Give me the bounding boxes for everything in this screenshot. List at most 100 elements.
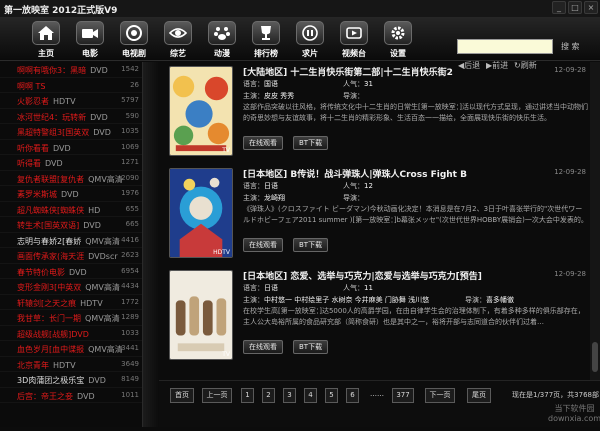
bt-download-button[interactable]: BT下载 (293, 238, 329, 252)
sidebar-item-quality: DVD (45, 159, 63, 168)
movie-title[interactable]: [大陆地区] 十二生肖快乐街第二部|十二生肖快乐街2 (243, 65, 453, 78)
search-input[interactable] (457, 39, 553, 54)
page-button[interactable]: 4 (304, 388, 317, 403)
nav-settings[interactable]: 设置 (382, 21, 414, 59)
movie-title[interactable]: [日本地区] 恋爱、选举与巧克力|恋爱与选举与巧克力[预告] (243, 269, 482, 282)
watch-online-button[interactable]: 在线观看 (243, 136, 283, 150)
page-button[interactable]: 5 (325, 388, 338, 403)
sidebar-item[interactable]: 变形金刚3[中英双 QMV高清 4434 (0, 279, 142, 295)
sidebar-item[interactable]: 血色岁月[血中谍报 QMV高清 3441 (0, 341, 142, 357)
movie-date: 12-09-28 (554, 66, 586, 74)
movie-title[interactable]: [日本地区] B传说！战斗弹珠人|弹珠人Cross Fight B (243, 167, 467, 180)
sidebar-item-quality: DVD (53, 143, 71, 153)
page-button[interactable]: 1 (241, 388, 254, 403)
nav-variety[interactable]: 综艺 (162, 21, 194, 59)
eye-icon (164, 21, 192, 45)
sidebar-item[interactable]: 听你看看 DVD 1069 (0, 140, 142, 155)
language-label: 语言： (243, 284, 264, 292)
prev-page-button[interactable]: 上一页 (202, 388, 232, 403)
sidebar-item[interactable]: 超级战舰[战舰]DVD 1033 (0, 326, 142, 341)
nav-movie-label: 电影 (82, 49, 98, 58)
paw-icon (208, 21, 236, 45)
director-label: 导演： (465, 296, 486, 304)
movie-poster[interactable]: TV (169, 66, 233, 156)
nav-home[interactable]: 主页 (30, 21, 62, 59)
sidebar-item[interactable]: 听得看 DVD 1271 (0, 155, 142, 171)
sidebar-item-quality: QMV高清 (85, 236, 120, 246)
sidebar-item-count: 665 (125, 220, 139, 228)
nav-ranking[interactable]: 排行榜 (250, 21, 282, 59)
sidebar-item[interactable]: 志明与春娇2[春娇 QMV高清 4416 (0, 233, 142, 248)
page-button[interactable]: 2 (262, 388, 275, 403)
popularity-label: 人气： (343, 284, 364, 292)
home-icon (32, 21, 60, 45)
popularity-label: 人气： (343, 182, 364, 190)
movie-popularity: 人气：31 (343, 79, 373, 89)
sidebar-item-name: 听得看 (17, 159, 41, 168)
sidebar-item-name: 轩辕剑[之天之痕 (17, 298, 77, 308)
maximize-button[interactable]: □ (568, 1, 582, 14)
sidebar-item[interactable]: 素罗米斯城 DVD 1976 (0, 186, 142, 202)
sidebar-item[interactable]: 超凡蜘蛛侠[蜘蛛侠 HD 655 (0, 202, 142, 217)
minimize-button[interactable]: _ (552, 1, 566, 14)
sidebar-item[interactable]: 啊啊有哦你3：黑暗 DVD 1542 (0, 62, 142, 78)
movie-date: 12-09-28 (554, 168, 586, 176)
sidebar-item-name: 火影忍者 (17, 97, 49, 106)
movie-director: 导演： (343, 91, 364, 101)
sidebar-item-title: 超凡蜘蛛侠[蜘蛛侠 HD (17, 205, 100, 216)
nav-tv-series[interactable]: 电视剧 (118, 21, 150, 59)
nav-anime[interactable]: 动漫 (206, 21, 238, 59)
sidebar-item[interactable]: 冰河世纪4：玩转新 DVD 590 (0, 109, 142, 124)
sidebar-item[interactable]: 后宫：帝王之妾 DVD 1011 (0, 388, 142, 403)
sidebar-item-quality: DVD (90, 66, 108, 75)
sidebar-item-title: 转生术[国英双语] DVD (17, 220, 101, 231)
sidebar-item-quality: DVDscr (88, 252, 118, 261)
sidebar-item[interactable]: 黑超特警组3[国英双 DVD 1035 (0, 124, 142, 140)
sidebar-item[interactable]: 轩辕剑[之天之痕 HDTV 1772 (0, 295, 142, 310)
search-button[interactable]: 搜 索 (561, 41, 580, 52)
watch-online-button[interactable]: 在线观看 (243, 238, 283, 252)
sidebar-item-count: 6954 (121, 266, 139, 275)
movie-poster[interactable]: TV (169, 270, 233, 360)
sidebar-item[interactable]: 火影忍者 HDTV 5797 (0, 93, 142, 109)
bt-download-button[interactable]: BT下载 (293, 340, 329, 354)
sidebar-item-count: 1033 (121, 328, 139, 337)
nav-movie[interactable]: 电影 (74, 21, 106, 59)
cast-value: 龙崎翔 (264, 194, 285, 202)
sidebar-item-name: 素罗米斯城 (17, 190, 57, 199)
sidebar-item[interactable]: 北京青年 HDTV 3649 (0, 357, 142, 372)
next-page-button[interactable]: 下一页 (425, 388, 455, 403)
nav-request[interactable]: 求片 (294, 21, 326, 59)
sidebar-item-quality: DVD (69, 267, 87, 277)
poster-tag: HDTV (213, 249, 230, 256)
panel-splitter[interactable] (142, 62, 159, 427)
sidebar-item[interactable]: 3D肉蒲团之极乐宝 DVD 8149 (0, 372, 142, 388)
last-page-button[interactable]: 尾页 (467, 388, 491, 403)
close-button[interactable]: × (584, 1, 598, 14)
sidebar-item[interactable]: 我甘草：长门一期 QMV高清 1289 (0, 310, 142, 326)
sidebar-item[interactable]: 春节特价电影 DVD 6954 (0, 264, 142, 279)
sidebar-item-title: 后宫：帝王之妾 DVD (17, 391, 95, 402)
sidebar-item[interactable]: 画面传承家(海天涯 DVDscr 2623 (0, 248, 142, 264)
sidebar-item[interactable]: 啊啊 TS 26 (0, 78, 142, 93)
camera-icon (76, 21, 104, 45)
nav-video-channel[interactable]: 视频台 (338, 21, 370, 59)
popularity-value: 31 (364, 80, 373, 88)
sidebar-item[interactable]: 复仇者联盟[复仇者 QMV高清 2090 (0, 171, 142, 186)
sidebar-item-name: 我甘草：长门一期 (17, 314, 81, 323)
first-page-button[interactable]: 首页 (170, 388, 194, 403)
last-page-number-button[interactable]: 377 (392, 388, 414, 403)
poster-image (170, 169, 232, 257)
sidebar-item[interactable]: 转生术[国英双语] DVD 665 (0, 217, 142, 233)
page-button[interactable]: 6 (346, 388, 359, 403)
content-scrollbar[interactable] (590, 62, 600, 380)
pause-icon (296, 21, 324, 45)
watch-online-button[interactable]: 在线观看 (243, 340, 283, 354)
bt-download-button[interactable]: BT下载 (293, 136, 329, 150)
sidebar-item-title: 春节特价电影 DVD (17, 267, 87, 278)
page-button[interactable]: 3 (283, 388, 296, 403)
sidebar-item-title: 3D肉蒲团之极乐宝 DVD (17, 375, 106, 386)
page-info: 现在是1/377页，共3768部 (512, 391, 599, 399)
scrollbar-thumb[interactable] (592, 342, 598, 372)
movie-poster[interactable]: HDTV (169, 168, 233, 258)
